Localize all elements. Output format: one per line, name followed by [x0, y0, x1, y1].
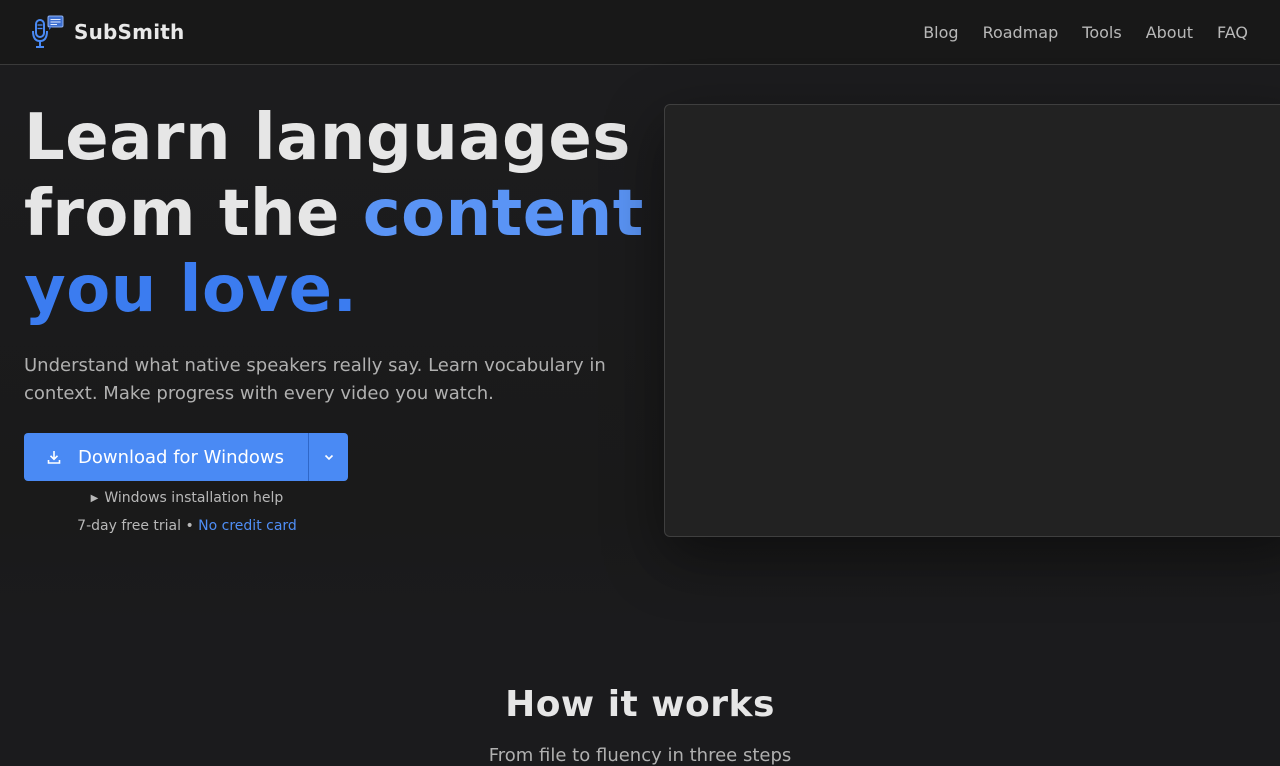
- nav-link-blog[interactable]: Blog: [923, 23, 958, 42]
- trial-text: 7-day free trial: [77, 518, 181, 534]
- brand[interactable]: SubSmith: [30, 14, 184, 50]
- download-windows-button[interactable]: Download for Windows: [24, 433, 309, 481]
- windows-install-help[interactable]: ▶ Windows installation help: [24, 490, 350, 506]
- nav-link-roadmap[interactable]: Roadmap: [983, 23, 1059, 42]
- how-it-works-title: How it works: [505, 684, 775, 725]
- hero-subtitle: Understand what native speakers really s…: [24, 355, 606, 404]
- download-button-group: Download for Windows: [24, 433, 349, 481]
- download-button-label: Download for Windows: [78, 446, 285, 468]
- trial-info: 7-day free trial • No credit card: [24, 518, 350, 534]
- no-credit-card-link[interactable]: No credit card: [198, 518, 297, 534]
- download-options-toggle[interactable]: [308, 433, 349, 481]
- download-icon: [47, 451, 61, 464]
- nav-link-about[interactable]: About: [1146, 23, 1193, 42]
- brand-name: SubSmith: [74, 20, 185, 44]
- hero-title-accent-end: you love.: [24, 253, 358, 327]
- nav-link-tools[interactable]: Tools: [1082, 23, 1121, 42]
- nav-links: Blog Roadmap Tools About FAQ: [923, 23, 1248, 42]
- install-help-label: Windows installation help: [104, 490, 284, 506]
- hero-title: Learn languages from the content you lov…: [24, 100, 644, 328]
- app-preview-panel: [664, 104, 1280, 537]
- top-navbar: SubSmith Blog Roadmap Tools About FAQ: [0, 0, 1280, 65]
- chevron-down-icon: [324, 454, 333, 461]
- hero-title-accent: content: [362, 177, 644, 251]
- triangle-right-icon: ▶: [90, 493, 99, 504]
- trial-separator: •: [181, 518, 199, 534]
- how-it-works-subtitle: From file to fluency in three steps: [488, 745, 792, 766]
- microphone-logo-icon: [32, 15, 64, 48]
- nav-link-faq[interactable]: FAQ: [1217, 23, 1248, 42]
